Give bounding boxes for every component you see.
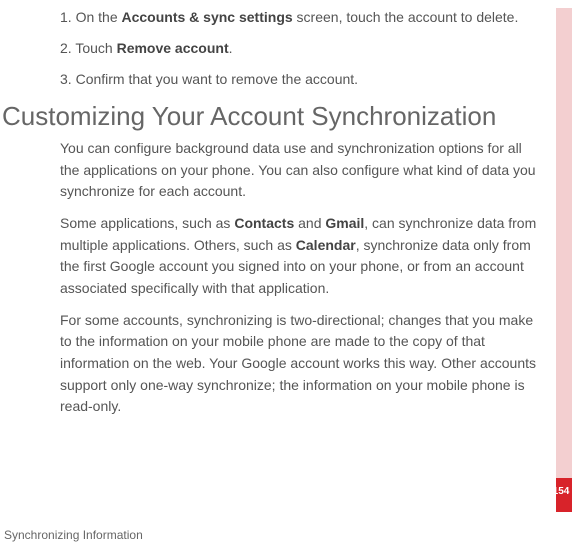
page-content: 1. On the Accounts & sync settings scree… xyxy=(0,8,572,418)
step-item: 3. Confirm that you want to remove the a… xyxy=(60,70,552,89)
step-list: 1. On the Accounts & sync settings scree… xyxy=(0,8,552,89)
side-tab xyxy=(556,8,572,552)
step-text: Confirm that you want to remove the acco… xyxy=(76,71,358,87)
step-text: . xyxy=(229,40,233,56)
step-num: 3. xyxy=(60,71,72,87)
paragraph: For some accounts, synchronizing is two-… xyxy=(60,310,542,418)
step-bold: Accounts & sync settings xyxy=(122,9,293,25)
side-tab-light xyxy=(556,8,572,478)
step-item: 2. Touch Remove account. xyxy=(60,39,552,58)
bold-term: Gmail xyxy=(325,215,364,231)
text-run: and xyxy=(294,215,325,231)
section-heading: Customizing Your Account Synchronization xyxy=(0,101,552,132)
bold-term: Calendar xyxy=(296,237,356,253)
step-text: On the xyxy=(76,9,122,25)
bold-term: Contacts xyxy=(234,215,294,231)
step-item: 1. On the Accounts & sync settings scree… xyxy=(60,8,552,27)
paragraph: You can configure background data use an… xyxy=(60,138,542,203)
step-num: 2. xyxy=(60,40,72,56)
body-text: You can configure background data use an… xyxy=(0,138,552,418)
step-bold: Remove account xyxy=(117,40,229,56)
step-text: Touch xyxy=(75,40,116,56)
page-number: 154 xyxy=(550,486,572,497)
text-run: Some applications, such as xyxy=(60,215,234,231)
paragraph: Some applications, such as Contacts and … xyxy=(60,213,542,300)
footer-text: Synchronizing Information xyxy=(4,528,143,542)
step-text: screen, touch the account to delete. xyxy=(293,9,519,25)
step-num: 1. xyxy=(60,9,72,25)
